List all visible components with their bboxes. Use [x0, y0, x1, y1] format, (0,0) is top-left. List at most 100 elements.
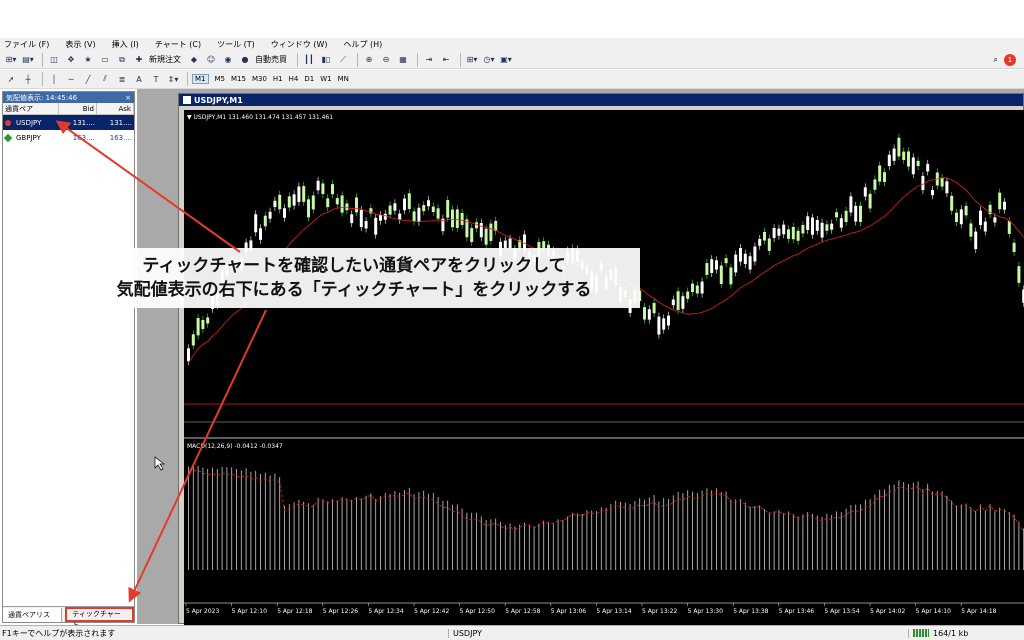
notification-badge[interactable]: 1	[1004, 53, 1016, 66]
candle	[700, 281, 704, 294]
fibonacci-icon[interactable]: ≣	[115, 72, 129, 86]
menu-bar: ファイル (F) 表示 (V) 挿入 (I) チャート (C) ツール (T) …	[0, 38, 1024, 51]
arrows-icon[interactable]: ⇕▾	[166, 72, 180, 86]
candle	[470, 228, 474, 243]
column-bid[interactable]: Bid	[59, 102, 97, 115]
time-axis-label: 5 Apr 12:50	[460, 608, 495, 615]
candle	[734, 254, 738, 273]
timeframe-m30[interactable]: M30	[252, 75, 267, 83]
market-watch-icon[interactable]: ◫	[47, 53, 61, 67]
line-chart-icon[interactable]: ⟋	[336, 53, 350, 67]
auto-trade-icon[interactable]: ●	[238, 53, 252, 67]
candle	[335, 198, 339, 205]
timeframe-m5[interactable]: M5	[215, 75, 226, 83]
market-watch-title-text: 気配値表示: 14:45:46	[6, 93, 78, 102]
market-watch-tabs: 通貨ペアリスト ティックチャート	[3, 606, 134, 633]
trendline-icon[interactable]: ╱	[81, 72, 95, 86]
new-order-button[interactable]: 新規注文	[149, 54, 181, 65]
candle	[863, 187, 867, 197]
channel-icon[interactable]: ⫽	[98, 72, 112, 86]
time-axis-label: 5 Apr 12:34	[368, 608, 403, 615]
tester-icon[interactable]: ⧉	[115, 53, 129, 67]
candle	[422, 205, 426, 212]
candle	[940, 177, 944, 187]
bid-cell: 131....	[72, 118, 95, 127]
menu-chart[interactable]: チャート (C)	[155, 39, 201, 50]
candle	[187, 348, 190, 362]
menu-tools[interactable]: ツール (T)	[217, 39, 255, 50]
candle	[883, 172, 886, 183]
chart-title-bar[interactable]: USDJPY,M1	[179, 94, 1023, 106]
price-chart[interactable]: ▼ USDJPY,M1 131.460 131.474 131.457 131.…	[184, 110, 1024, 625]
candle	[647, 309, 651, 320]
symbol-label: USDJPY	[16, 118, 42, 127]
timeframe-m1[interactable]: M1	[192, 74, 209, 84]
timeframe-d1[interactable]: D1	[304, 75, 314, 83]
zoom-out-icon[interactable]: ⊖	[379, 53, 393, 67]
chart-shift-icon[interactable]: ⇤	[439, 53, 453, 67]
tab-symbols[interactable]: 通貨ペアリスト	[3, 607, 63, 633]
metaeditor-icon[interactable]: ◆	[187, 53, 201, 67]
horizontal-line-icon[interactable]: ─	[64, 72, 78, 86]
vertical-line-icon[interactable]: │	[47, 72, 61, 86]
candle	[316, 180, 320, 191]
column-ask[interactable]: Ask	[97, 102, 134, 115]
candle	[868, 193, 872, 209]
templates-icon[interactable]: ▣▾	[499, 53, 513, 67]
autoscroll-icon[interactable]: ⇥	[422, 53, 436, 67]
candle	[398, 213, 402, 220]
periods-icon[interactable]: ◷▾	[482, 53, 496, 67]
menu-view[interactable]: 表示 (V)	[65, 39, 95, 50]
new-order-icon[interactable]: ✚	[132, 53, 146, 67]
new-chart-icon[interactable]: ⊞▾	[4, 53, 18, 67]
symbol-row-usdjpy[interactable]: USDJPY 131.... 131....	[3, 115, 134, 130]
candle	[393, 203, 397, 211]
zoom-in-icon[interactable]: ⊕	[362, 53, 376, 67]
candle	[278, 194, 282, 210]
auto-trade-button[interactable]: 自動売買	[255, 54, 287, 65]
candle-chart-icon[interactable]: ▮▯	[319, 53, 333, 67]
instruction-line-2: 気配値表示の右下にある「ティックチャート」をクリックする	[116, 280, 592, 300]
tab-tick-chart[interactable]: ティックチャート	[65, 607, 134, 629]
candle	[787, 229, 790, 239]
candle	[1007, 221, 1011, 234]
chart-window: USDJPY,M1 ▼ USDJPY,M1 131.460 131.474 13…	[178, 93, 1024, 625]
bar-chart-icon[interactable]: ┃┃	[302, 53, 316, 67]
candle	[273, 200, 277, 208]
search-icon[interactable]: ⌕	[994, 55, 998, 65]
crosshair-icon[interactable]: ┼	[21, 72, 35, 86]
candle	[388, 205, 392, 215]
toolbar-separator	[187, 72, 188, 86]
candle	[777, 228, 781, 236]
data-window-icon[interactable]: ✥	[64, 53, 78, 67]
profiles-icon[interactable]: ▤▾	[21, 53, 35, 67]
symbol-row-gbpjpy[interactable]: GBPJPY 163.... 163....	[3, 130, 134, 145]
timeframe-h1[interactable]: H1	[273, 75, 283, 83]
indicators-icon[interactable]: ⊞▾	[465, 53, 479, 67]
menu-insert[interactable]: 挿入 (I)	[112, 39, 139, 50]
tile-windows-icon[interactable]: ▦	[396, 53, 410, 67]
menu-window[interactable]: ウィンドウ (W)	[271, 39, 328, 50]
menu-help[interactable]: ヘルプ (H)	[343, 39, 382, 50]
candle	[671, 299, 675, 306]
timeframe-h4[interactable]: H4	[289, 75, 299, 83]
standard-toolbar: ⊞▾ ▤▾ ◫ ✥ ★ ▭ ⧉ ✚ 新規注文 ◆ ☺ ◉ ● 自動売買 ┃┃ ▮…	[0, 51, 1024, 69]
menu-file[interactable]: ファイル (F)	[4, 39, 49, 50]
price-down-icon	[5, 119, 11, 126]
label-tool-icon[interactable]: T	[149, 72, 163, 86]
navigator-icon[interactable]: ★	[81, 53, 95, 67]
cursor-icon[interactable]: ➚	[4, 72, 18, 86]
terminal-icon[interactable]: ▭	[98, 53, 112, 67]
timeframe-m15[interactable]: M15	[231, 75, 246, 83]
user-icon[interactable]: ☺	[204, 53, 218, 67]
globe-icon[interactable]: ◉	[221, 53, 235, 67]
candle	[479, 223, 483, 238]
candle	[859, 205, 862, 222]
timeframe-w1[interactable]: W1	[320, 75, 331, 83]
close-icon[interactable]: ×	[125, 94, 131, 102]
timeframe-mn[interactable]: MN	[338, 75, 349, 83]
chart-area[interactable]: ▼ USDJPY,M1 131.460 131.474 131.457 131.…	[184, 110, 1024, 625]
column-symbol[interactable]: 通貨ペア	[3, 102, 59, 115]
text-tool-icon[interactable]: A	[132, 72, 146, 86]
candle	[854, 205, 858, 222]
